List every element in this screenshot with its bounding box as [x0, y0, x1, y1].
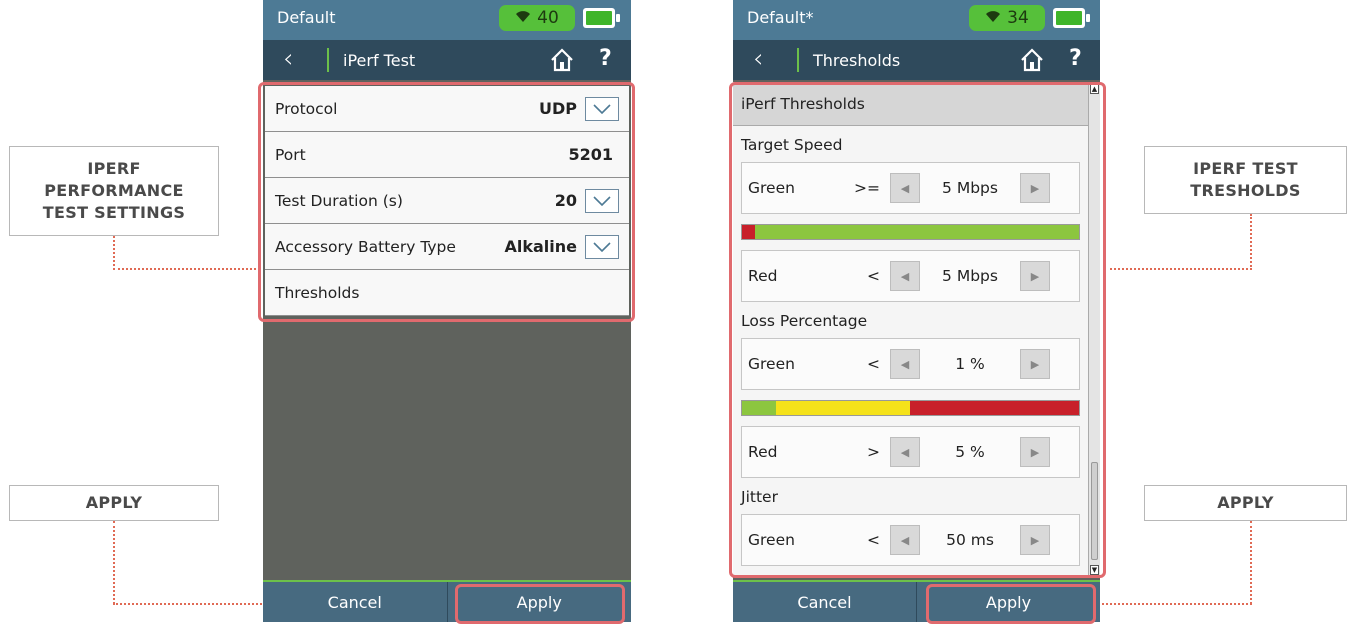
home-icon[interactable] [1019, 47, 1045, 73]
help-icon[interactable]: ? [1069, 46, 1082, 71]
callout-line-2: PERFORMANCE [44, 181, 184, 200]
wifi-signal: 34 [1007, 8, 1029, 28]
callout-apply-left: APPLY [9, 485, 219, 521]
callout-connector [1250, 521, 1252, 604]
nav-divider [797, 48, 799, 72]
wifi-icon [515, 8, 531, 28]
home-icon[interactable] [549, 47, 575, 73]
help-icon[interactable]: ? [599, 46, 612, 71]
highlight-settings [258, 82, 635, 322]
page-title: iPerf Test [343, 51, 416, 70]
callout-iperf-settings: IPERF PERFORMANCE TEST SETTINGS [9, 146, 219, 236]
callout-line-2: TRESHOLDS [1190, 181, 1301, 200]
callout-iperf-thresholds: IPERF TEST TRESHOLDS [1144, 146, 1347, 214]
callout-apply-text: APPLY [1217, 493, 1274, 512]
status-bar: Default 40 [263, 0, 631, 40]
profile-name: Default [277, 8, 336, 27]
status-bar: Default* 34 [733, 0, 1100, 40]
wifi-badge[interactable]: 40 [499, 5, 575, 31]
back-chevron-icon[interactable]: ‹ [753, 46, 763, 72]
highlight-apply-left [455, 584, 625, 624]
highlight-apply-right [926, 584, 1096, 624]
battery-icon [1053, 8, 1090, 28]
battery-icon [583, 8, 620, 28]
callout-line-1: IPERF TEST [1193, 159, 1298, 178]
cancel-button[interactable]: Cancel [733, 582, 917, 622]
nav-divider [327, 48, 329, 72]
callout-connector [1110, 268, 1252, 270]
callout-connector [113, 268, 260, 270]
callout-apply-right: APPLY [1144, 485, 1347, 521]
cancel-button[interactable]: Cancel [263, 582, 448, 622]
wifi-icon [985, 8, 1001, 28]
callout-connector [113, 521, 115, 604]
callout-connector [113, 236, 115, 270]
wifi-badge[interactable]: 34 [969, 5, 1045, 31]
callout-connector [1094, 603, 1252, 605]
nav-bar: ‹ iPerf Test ? [263, 40, 631, 80]
callout-line-3: TEST SETTINGS [42, 203, 186, 222]
page-title: Thresholds [813, 51, 901, 70]
profile-name: Default* [747, 8, 814, 27]
nav-bar: ‹ Thresholds ? [733, 40, 1100, 80]
back-chevron-icon[interactable]: ‹ [283, 46, 293, 72]
wifi-signal: 40 [537, 8, 559, 28]
callout-connector [1250, 214, 1252, 270]
highlight-thresholds [729, 82, 1106, 578]
callout-apply-text: APPLY [85, 493, 143, 512]
callout-line-1: IPERF [87, 159, 141, 178]
